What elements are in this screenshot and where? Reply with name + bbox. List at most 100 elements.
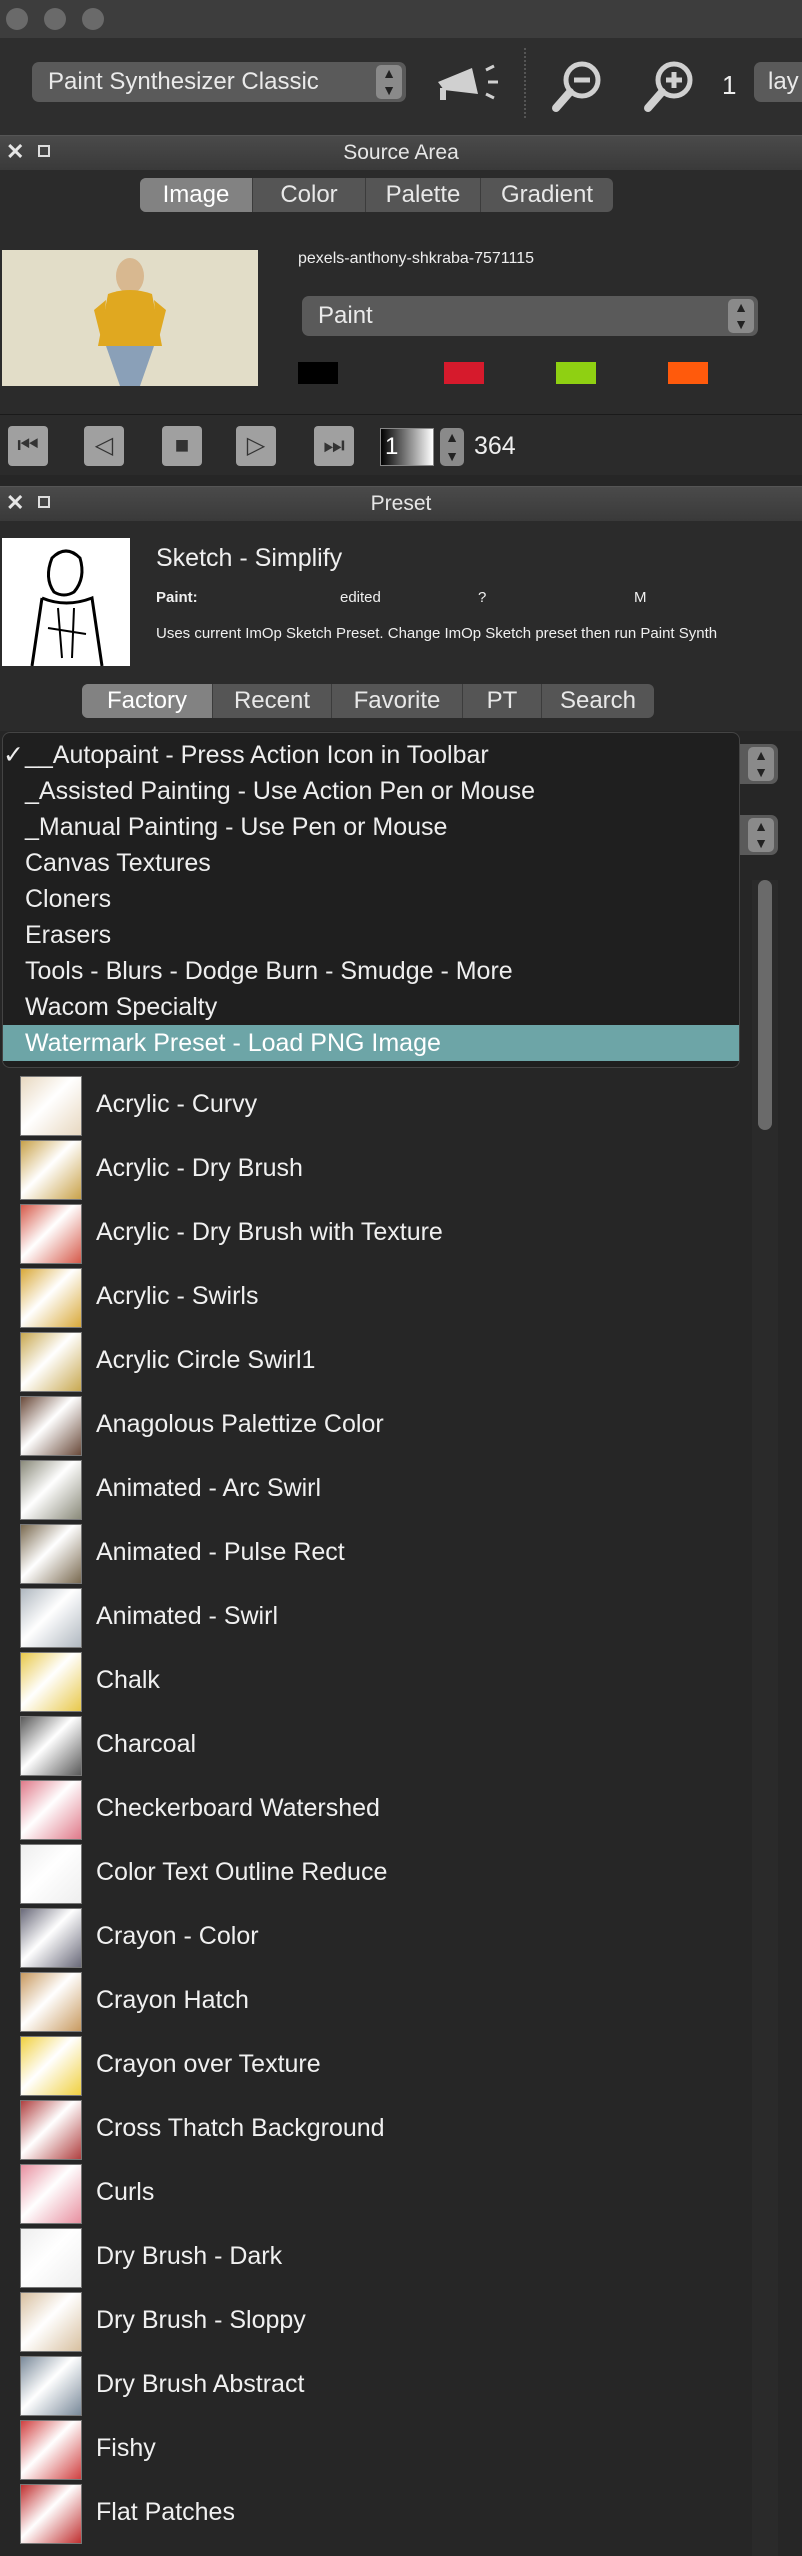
tab-search[interactable]: Search [542,684,654,718]
layer-select[interactable]: lay [754,62,802,102]
preset-list-item-label: Cross Thatch Background [96,2114,385,2142]
frame-field[interactable]: 1 [380,428,434,466]
megaphone-icon[interactable] [434,60,504,106]
last-frame-button[interactable]: ⏭ [314,426,354,466]
menu-item[interactable]: Canvas Textures [3,845,739,881]
color-swatch-orange[interactable] [668,362,708,384]
preset-list-item-label: Crayon over Texture [96,2050,321,2078]
menu-item-label: Canvas Textures [25,849,211,877]
preset-header: ✕ Preset [0,486,802,522]
tab-palette[interactable]: Palette [366,178,481,212]
paint-select-label: Paint [318,302,373,329]
color-swatch-red[interactable] [444,362,484,384]
mode-select-label: Paint Synthesizer Classic [48,68,319,95]
preset-list-item-label: Dry Brush - Sloppy [96,2306,306,2334]
source-tabs: Image Color Palette Gradient [140,178,613,212]
preset-list-item[interactable]: Acrylic - Curvy [0,1074,750,1138]
preset-thumbnail [20,1588,82,1648]
first-frame-button[interactable]: ⏮ [8,426,48,466]
question-mark: ? [478,589,487,606]
menu-item-label: Watermark Preset - Load PNG Image [25,1029,441,1057]
preset-list-item[interactable]: Dry Brush - Sloppy [0,2290,750,2354]
preset-list-item[interactable]: Dry Brush - Dark [0,2226,750,2290]
previous-frame-button[interactable]: ◁ [84,426,124,466]
preset-title: Preset [370,492,432,515]
menu-item[interactable]: Erasers [3,917,739,953]
chevron-updown-icon: ▲ ▼ [748,747,774,781]
menu-item[interactable]: _Manual Painting - Use Pen or Mouse [3,809,739,845]
preset-list-item[interactable]: Animated - Swirl [0,1586,750,1650]
frame-count: 364 [474,432,516,460]
close-window-button[interactable] [6,8,28,30]
paint-select[interactable]: Paint ▲ ▼ [302,296,758,336]
preset-list-item[interactable]: Crayon Hatch [0,1970,750,2034]
preset-list-item[interactable]: Anagolous Palettize Color [0,1394,750,1458]
tab-pt[interactable]: PT [463,684,542,718]
tab-gradient[interactable]: Gradient [481,178,613,212]
menu-item-label: _Assisted Painting - Use Action Pen or M… [25,777,535,805]
mode-select[interactable]: Paint Synthesizer Classic ▲ ▼ [32,62,406,102]
preset-list-item-label: Acrylic - Dry Brush with Texture [96,1218,443,1246]
preset-list-item[interactable]: Checkerboard Watershed [0,1778,750,1842]
preset-list-item[interactable]: Crayon - Color [0,1906,750,1970]
preset-list-item[interactable]: Animated - Pulse Rect [0,1522,750,1586]
zoom-out-icon[interactable] [550,58,606,114]
color-swatch-black[interactable] [298,362,338,384]
preset-list-item[interactable]: Cross Thatch Background [0,2098,750,2162]
menu-item[interactable]: ✓ __Autopaint - Press Action Icon in Tool… [3,737,739,773]
source-image-thumbnail[interactable] [2,250,258,386]
scrollbar-thumb[interactable] [758,880,772,1130]
zoom-in-icon[interactable] [642,58,698,114]
preset-list-item[interactable]: Acrylic Circle Swirl1 [0,1330,750,1394]
preset-list-item[interactable]: Crayon over Texture [0,2034,750,2098]
preset-list-item-label: Checkerboard Watershed [96,1794,380,1822]
frame-stepper[interactable]: ▲ ▼ [440,428,464,466]
tab-image[interactable]: Image [140,178,253,212]
preset-list-item-label: Acrylic - Swirls [96,1282,259,1310]
preset-list-item-label: Animated - Arc Swirl [96,1474,322,1502]
checkmark-icon: ✓ [3,741,24,769]
preset-list-scrollbar[interactable] [752,880,778,2556]
preset-list-item[interactable]: Fishy [0,2418,750,2482]
preset-list-item[interactable]: Charcoal [0,1714,750,1778]
divider [0,414,802,415]
preset-list-item[interactable]: Flat Patches [0,2482,750,2546]
preset-thumbnail [20,1844,82,1904]
frame-field-value: 1 [385,433,399,460]
menu-item[interactable]: Watermark Preset - Load PNG Image [3,1025,739,1061]
preset-list-item-label: Acrylic Circle Swirl1 [96,1346,316,1374]
tab-color[interactable]: Color [253,178,366,212]
preset-list-item-label: Curls [96,2178,155,2206]
preset-list-item[interactable]: Animated - Arc Swirl [0,1458,750,1522]
tab-recent[interactable]: Recent [213,684,332,718]
layer-select-label: lay [768,68,799,95]
preset-thumbnail [20,2228,82,2288]
preset-list-item[interactable]: Chalk [0,1650,750,1714]
preset-list-item[interactable]: Dry Brush Abstract [0,2354,750,2418]
preset-list-item[interactable]: Acrylic - Swirls [0,1266,750,1330]
next-frame-button[interactable]: ▷ [236,426,276,466]
menu-item-label: Erasers [25,921,112,949]
toolbar-separator [524,48,528,118]
preset-thumbnail [20,1652,82,1712]
tab-factory[interactable]: Factory [82,684,213,718]
preset-thumbnail[interactable] [2,538,130,666]
paint-label: Paint: [156,589,198,606]
menu-item[interactable]: Tools - Blurs - Dodge Burn - Smudge - Mo… [3,953,739,989]
preset-list-item[interactable]: Acrylic - Dry Brush [0,1138,750,1202]
preset-list-item-label: Anagolous Palettize Color [96,1410,384,1438]
minimize-window-button[interactable] [44,8,66,30]
preset-list-item[interactable]: Acrylic - Dry Brush with Texture [0,1202,750,1266]
zoom-window-button[interactable] [82,8,104,30]
preset-list-item-label: Chalk [96,1666,160,1694]
stop-button[interactable]: ■ [162,426,202,466]
menu-item[interactable]: _Assisted Painting - Use Action Pen or M… [3,773,739,809]
menu-item[interactable]: Cloners [3,881,739,917]
preset-list-item-label: Acrylic - Curvy [96,1090,258,1118]
menu-item[interactable]: Wacom Specialty [3,989,739,1025]
tab-favorite[interactable]: Favorite [332,684,463,718]
color-swatch-green[interactable] [556,362,596,384]
preset-list-item[interactable]: Curls [0,2162,750,2226]
source-filename: pexels-anthony-shkraba-7571115 [298,250,535,267]
preset-list-item[interactable]: Color Text Outline Reduce [0,1842,750,1906]
